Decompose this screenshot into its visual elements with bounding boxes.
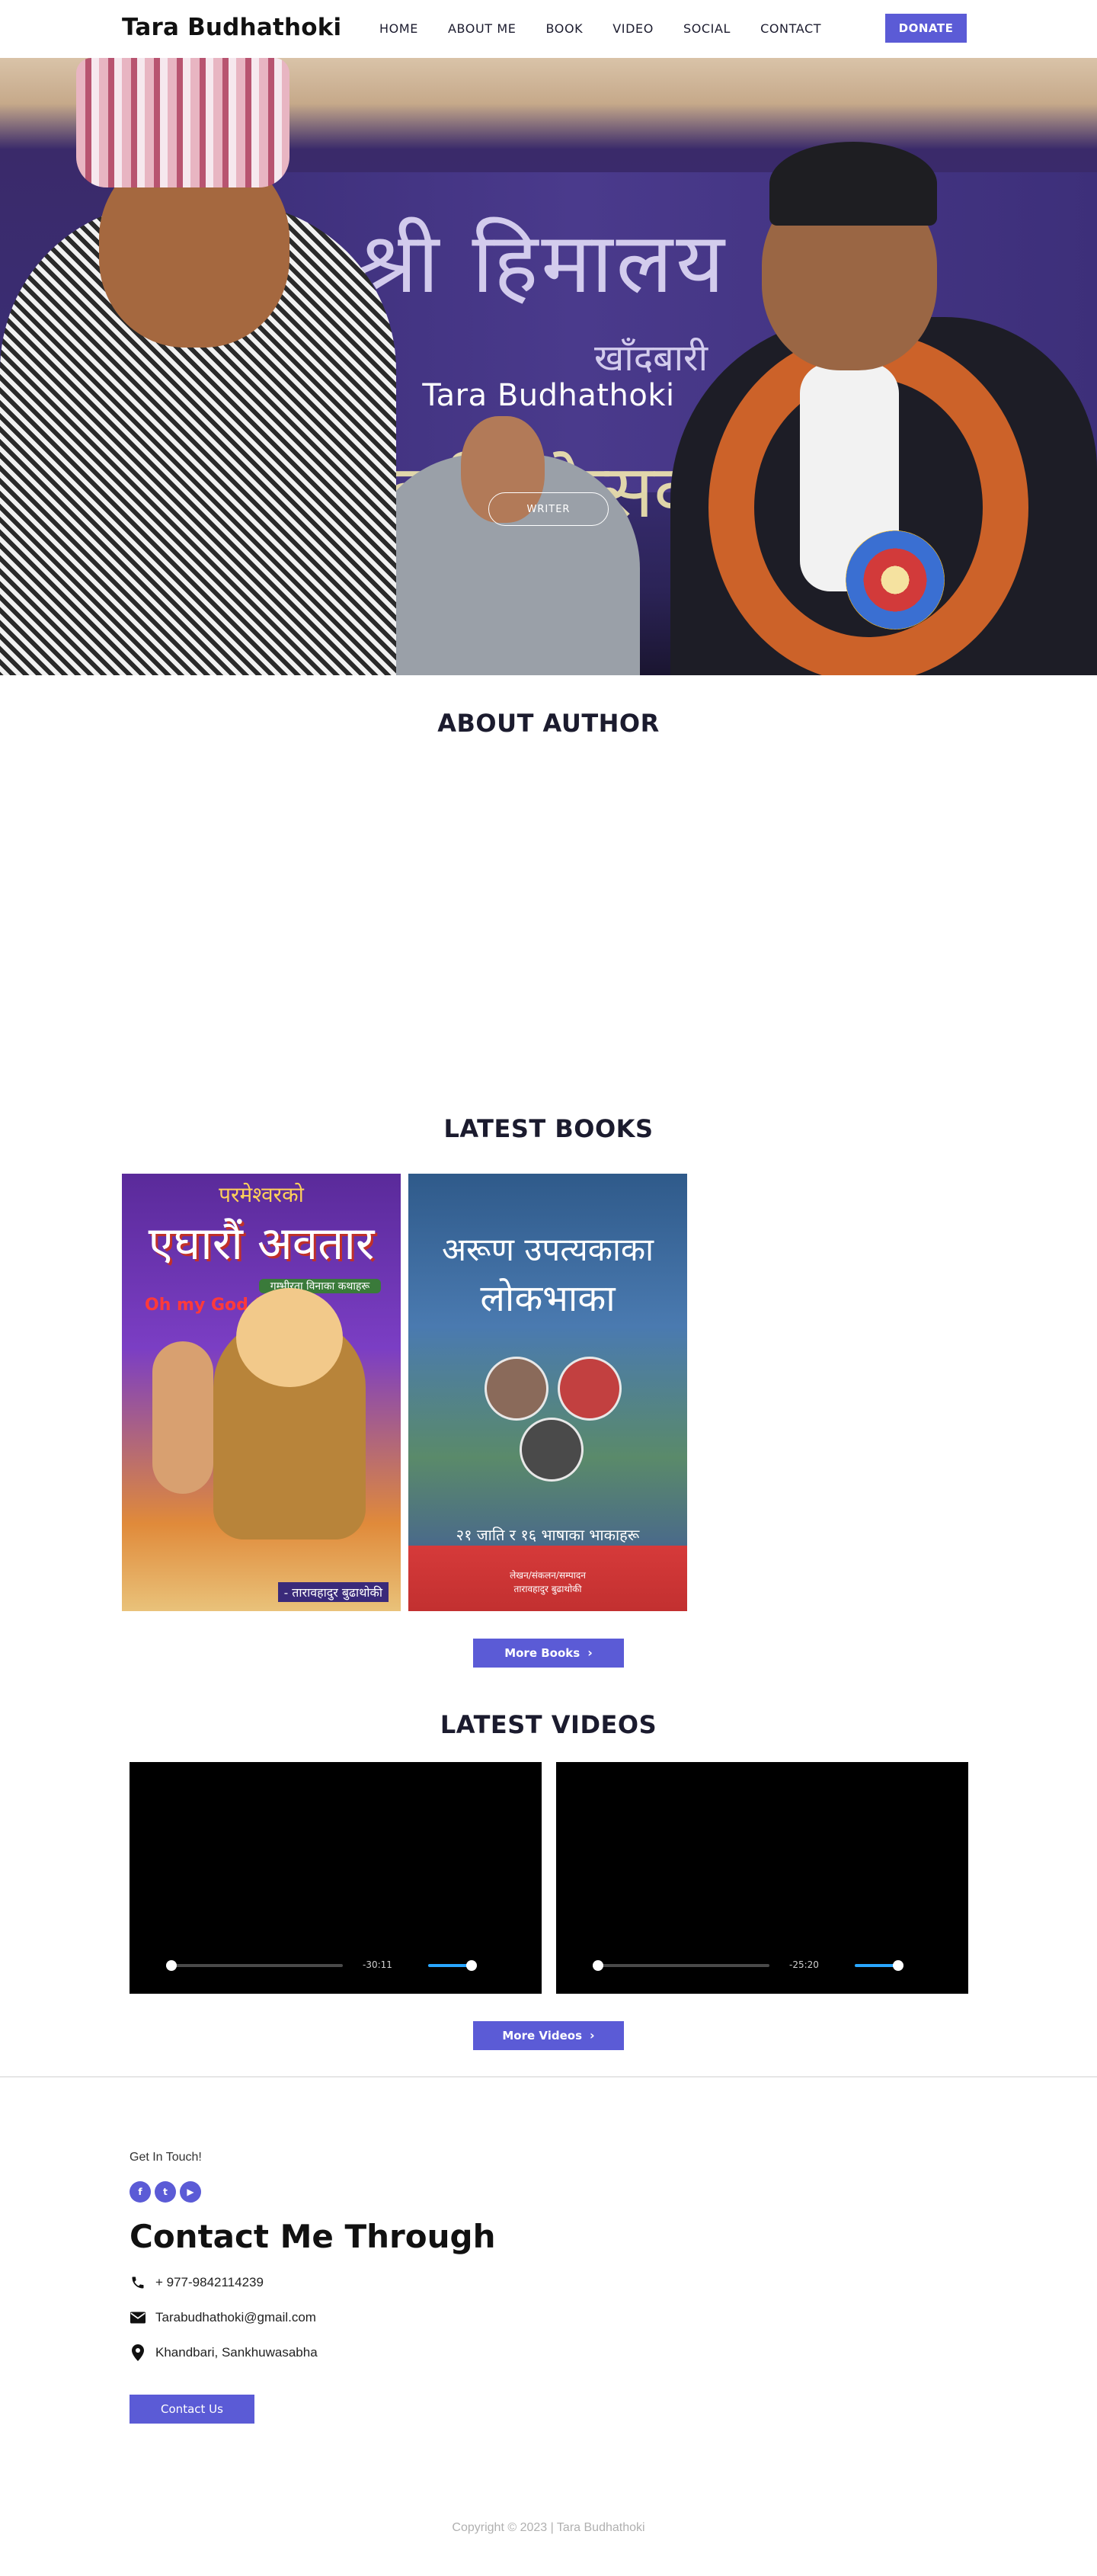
more-books-label: More Books: [504, 1646, 580, 1660]
book1-cartoon-head: [236, 1288, 343, 1387]
facebook-icon[interactable]: f: [130, 2181, 151, 2203]
video1-time: -30:11: [363, 1959, 392, 1970]
hero-rosette: [846, 530, 945, 630]
video2-time: -25:20: [789, 1959, 819, 1970]
nav-home[interactable]: HOME: [379, 21, 418, 36]
about-title: ABOUT AUTHOR: [437, 709, 660, 738]
video1-progress-bar[interactable]: [168, 1964, 343, 1967]
book2-footer-line-2: तारावहादुर बुढाथोकी: [513, 1584, 582, 1594]
twitter-icon[interactable]: t: [155, 2181, 176, 2203]
more-books-button[interactable]: More Books ›: [473, 1639, 624, 1668]
hero-banner-text: श्री हिमालय: [358, 214, 728, 312]
book2-footer-line-1: लेखन/संकलन/सम्पादन: [510, 1570, 586, 1581]
book1-author: - तारावहादुर बुढाथोकी: [277, 1582, 389, 1602]
video2-volume-bar[interactable]: [855, 1964, 897, 1967]
contact-phone: + 977-9842114239: [130, 2274, 264, 2291]
book2-title-1: अरूण उपत्यकाका: [441, 1231, 654, 1268]
contact-us-button[interactable]: Contact Us: [130, 2395, 254, 2424]
chevron-right-icon: ›: [587, 1645, 593, 1660]
contact-phone-text[interactable]: + 977-9842114239: [155, 2275, 264, 2290]
envelope-icon: [130, 2309, 146, 2326]
contact-email: Tarabudhathoki@gmail.com: [130, 2309, 316, 2326]
contact-address: Khandbari, Sankhuwasabha: [130, 2344, 318, 2361]
footer-copyright: Copyright © 2023 | Tara Budhathoki: [452, 2521, 645, 2534]
contact-kicker: Get In Touch!: [130, 2151, 202, 2164]
book1-top-text: परमेश्वरको: [219, 1182, 304, 1207]
more-videos-button[interactable]: More Videos ›: [473, 2021, 624, 2050]
nav-contact[interactable]: CONTACT: [760, 21, 821, 36]
nav-video[interactable]: VIDEO: [612, 21, 654, 36]
nav-social[interactable]: SOCIAL: [683, 21, 731, 36]
book1-title: एघारौं अवतार: [148, 1217, 375, 1270]
book-cover-1[interactable]: परमेश्वरको एघारौं अवतार गम्भीरता विनाका …: [122, 1174, 401, 1611]
book1-cartoon-lady: [152, 1341, 213, 1494]
video-player-1[interactable]: -30:11: [130, 1762, 542, 1994]
book2-caption: २१ जाति र १६ भाषाका भाकाहरू: [456, 1526, 640, 1544]
nav-book[interactable]: BOOK: [545, 21, 583, 36]
chevron-right-icon: ›: [590, 2028, 595, 2043]
phone-icon: [130, 2274, 146, 2291]
youtube-icon[interactable]: ▶: [180, 2181, 201, 2203]
video2-progress-handle[interactable]: [593, 1960, 603, 1971]
hero-banner-text-2: खाँदबारी: [594, 337, 708, 380]
books-title: LATEST BOOKS: [443, 1114, 654, 1143]
more-videos-label: More Videos: [502, 2029, 583, 2043]
site-header: Tara Budhathoki HOME ABOUT ME BOOK VIDEO…: [0, 0, 1097, 58]
video1-volume-handle[interactable]: [466, 1960, 477, 1971]
contact-title: Contact Me Through: [130, 2218, 496, 2255]
hero-hat-left: [76, 58, 289, 187]
book2-title-2: लोकभाका: [480, 1277, 616, 1320]
hero-writer-button[interactable]: WRITER: [488, 492, 609, 526]
videos-title: LATEST VIDEOS: [440, 1710, 657, 1739]
donate-button[interactable]: DONATE: [885, 14, 967, 43]
hero-title: Tara Budhathoki: [422, 378, 675, 413]
contact-address-text: Khandbari, Sankhuwasabha: [155, 2345, 318, 2360]
book2-footer: लेखन/संकलन/सम्पादन तारावहादुर बुढाथोकी: [408, 1568, 687, 1596]
book2-photo-3: [520, 1418, 584, 1482]
nav-about-me[interactable]: ABOUT ME: [448, 21, 517, 36]
map-pin-icon: [130, 2344, 146, 2361]
main-nav: HOME ABOUT ME BOOK VIDEO SOCIAL CONTACT: [379, 21, 851, 36]
site-brand[interactable]: Tara Budhathoki: [122, 14, 341, 41]
book2-photo-2: [558, 1357, 622, 1421]
hero-section: श्री हिमालय खाँदबारी औं वार्षिकोत्सव Tar…: [0, 58, 1097, 675]
video2-progress-bar[interactable]: [594, 1964, 769, 1967]
book-cover-2[interactable]: अरूण उपत्यकाका लोकभाका २१ जाति र १६ भाषा…: [408, 1174, 687, 1611]
contact-email-text[interactable]: Tarabudhathoki@gmail.com: [155, 2310, 316, 2325]
video1-volume-bar[interactable]: [428, 1964, 471, 1967]
hero-hat-right: [769, 142, 937, 226]
section-divider: [0, 2076, 1097, 2078]
video-player-2[interactable]: -25:20: [556, 1762, 968, 1994]
book2-photo-1: [485, 1357, 548, 1421]
video1-progress-handle[interactable]: [166, 1960, 177, 1971]
video2-volume-handle[interactable]: [893, 1960, 904, 1971]
